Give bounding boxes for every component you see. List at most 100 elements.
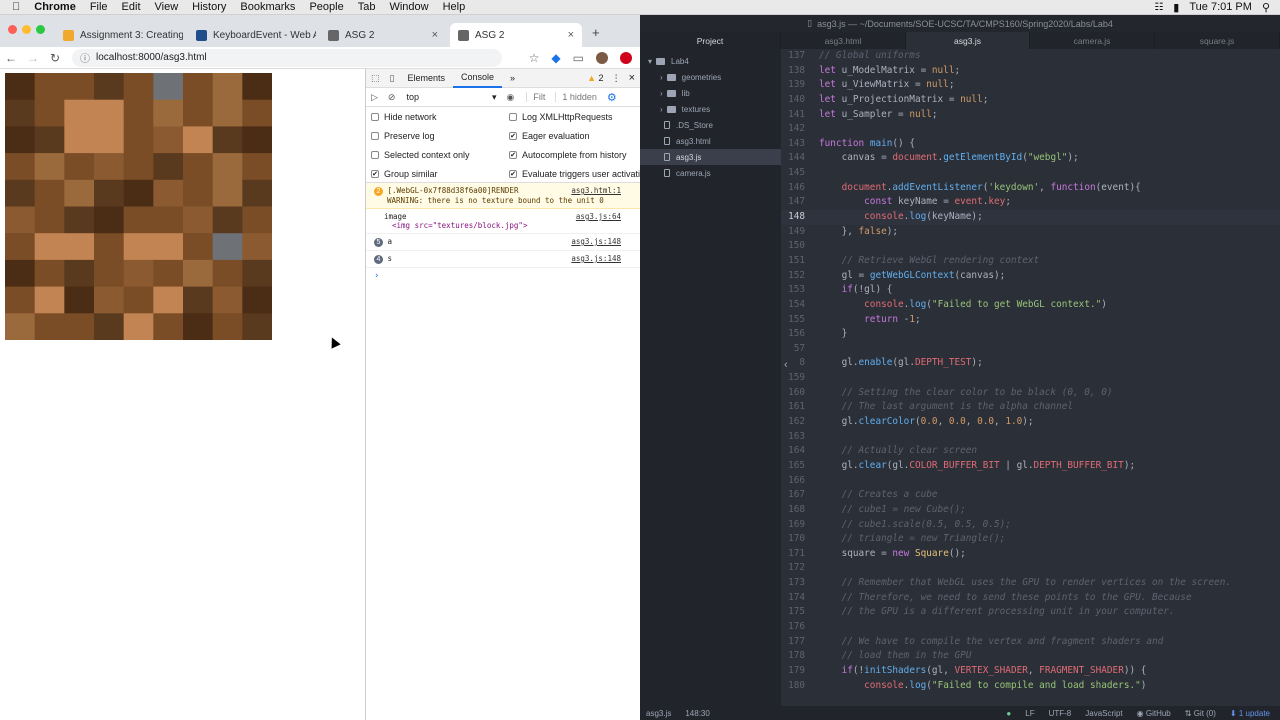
code-line[interactable]: 159 — [781, 371, 1280, 386]
more-options-icon[interactable]: ⋮ — [612, 73, 621, 84]
code-line[interactable]: 171 square = new Square(); — [781, 547, 1280, 562]
status-line-ending[interactable]: LF — [1025, 709, 1034, 718]
code-line[interactable]: 176 — [781, 620, 1280, 635]
search-icon[interactable]: ⚲ — [1262, 1, 1270, 14]
sidebar-toggle-icon[interactable]: ▷ — [366, 92, 383, 103]
setting-checkbox[interactable]: ✔ Autocomplete from history — [509, 145, 641, 164]
setting-checkbox[interactable]: ✔ Group similar — [371, 164, 506, 183]
code-line[interactable]: 156 } — [781, 327, 1280, 342]
tab-console[interactable]: Console — [453, 69, 503, 88]
checkbox-checked-icon[interactable]: ✔ — [509, 150, 517, 159]
status-update[interactable]: ⬇ 1 update — [1230, 709, 1270, 718]
message-source-link[interactable]: asg3.js:64 — [576, 212, 621, 221]
code-line[interactable]: 180 console.log("Failed to compile and l… — [781, 679, 1280, 694]
message-source-link[interactable]: asg3.html:1 — [571, 186, 621, 195]
setting-checkbox[interactable]: Preserve log — [371, 126, 506, 145]
editor-tab[interactable]: camera.js — [1030, 32, 1155, 49]
context-selector[interactable]: top ▾ — [406, 92, 496, 103]
menu-view[interactable]: View — [155, 1, 179, 13]
code-line[interactable]: 177 // We have to compile the vertex and… — [781, 635, 1280, 650]
code-line[interactable]: 165 gl.clear(gl.COLOR_BUFFER_BIT | gl.DE… — [781, 459, 1280, 474]
code-line[interactable]: 178 // load them in the GPU — [781, 649, 1280, 664]
code-line[interactable]: 139 let u_ViewMatrix = null; — [781, 78, 1280, 93]
address-bar[interactable]: ⓘ localhost:8000/asg3.html — [72, 48, 502, 67]
menu-window[interactable]: Window — [389, 1, 428, 13]
tab-close-icon[interactable]: × — [428, 29, 438, 41]
code-line[interactable]: 175 // the GPU is a different processing… — [781, 605, 1280, 620]
code-line[interactable]: 138 let u_ModelMatrix = null; — [781, 64, 1280, 79]
code-line[interactable]: 170 // triangle = new Triangle(); — [781, 532, 1280, 547]
checkbox-unchecked-icon[interactable] — [371, 131, 379, 140]
window-zoom-button[interactable] — [36, 25, 45, 34]
code-line[interactable]: 164 // Actually clear screen — [781, 444, 1280, 459]
live-expression-eye-icon[interactable]: ◉ — [506, 92, 514, 103]
code-line[interactable]: 153 if(!gl) { — [781, 283, 1280, 298]
battery-icon[interactable]: ▮ — [1173, 1, 1179, 14]
new-tab-button[interactable]: + — [592, 25, 600, 40]
status-encoding[interactable]: UTF-8 — [1049, 709, 1072, 718]
code-line[interactable]: 142 — [781, 122, 1280, 137]
inspect-element-icon[interactable]: ⬚ — [366, 73, 385, 84]
filter-input[interactable]: Filt — [526, 92, 545, 102]
console-prompt[interactable]: › — [366, 268, 641, 284]
tree-item[interactable]: .DS_Store — [640, 117, 781, 133]
wifi-icon[interactable]: ☷ — [1154, 2, 1163, 13]
warning-counter[interactable]: ▲ 2 — [587, 73, 603, 83]
menu-app-name[interactable]: Chrome — [34, 1, 76, 13]
clear-console-icon[interactable]: ⊘ — [383, 92, 401, 103]
code-line[interactable]: 167 // Creates a cube — [781, 488, 1280, 503]
editor-tab[interactable]: asg3.html — [781, 32, 906, 49]
bookmark-star-icon[interactable]: ☆ — [529, 51, 540, 65]
code-line[interactable]: 150 — [781, 239, 1280, 254]
checkbox-unchecked-icon[interactable] — [509, 112, 517, 121]
code-line[interactable]: 166 — [781, 474, 1280, 489]
message-source-link[interactable]: asg3.js:148 — [571, 237, 621, 246]
window-close-button[interactable] — [8, 25, 17, 34]
tree-item[interactable]: ▾ Lab4 — [640, 53, 781, 69]
tree-item[interactable]: › lib — [640, 85, 781, 101]
menu-tab[interactable]: Tab — [358, 1, 376, 13]
code-line[interactable]: 147 const keyName = event.key; — [781, 195, 1280, 210]
browser-tab[interactable]: ASG 2 × — [320, 23, 446, 47]
cast-icon[interactable]: ▭ — [573, 51, 584, 65]
message-detail[interactable]: <img src="textures/block.jpg"> — [374, 221, 621, 230]
code-line[interactable]: 168 // cube1 = new Cube(); — [781, 503, 1280, 518]
code-line[interactable]: 163 — [781, 430, 1280, 445]
code-line[interactable]: 146 document.addEventListener('keydown',… — [781, 181, 1280, 196]
setting-checkbox[interactable]: ✔ Evaluate triggers user activati — [509, 164, 641, 183]
code-line[interactable]: 151 // Retrieve WebGl rendering context — [781, 254, 1280, 269]
code-line[interactable]: 144 canvas = document.getElementById("we… — [781, 151, 1280, 166]
extension-icon[interactable]: ◆ — [551, 51, 560, 65]
checkbox-unchecked-icon[interactable] — [371, 112, 379, 121]
menu-bookmarks[interactable]: Bookmarks — [240, 1, 295, 13]
code-line[interactable]: 137 // Global uniforms — [781, 49, 1280, 64]
code-area[interactable]: 137 // Global uniforms 138 let u_ModelMatri… — [781, 49, 1280, 706]
code-line[interactable]: 154 console.log("Failed to get WebGL con… — [781, 298, 1280, 313]
code-line[interactable]: 141 let u_Sampler = null; — [781, 108, 1280, 123]
code-line[interactable]: 155 return -1; — [781, 313, 1280, 328]
code-line[interactable]: 152 gl = getWebGLContext(canvas); — [781, 269, 1280, 284]
checkbox-checked-icon[interactable]: ✔ — [509, 169, 517, 178]
code-line[interactable]: 160 // Setting the clear color to be bla… — [781, 386, 1280, 401]
browser-tab[interactable]: ASG 2 × — [450, 23, 582, 47]
tab-more[interactable]: » — [502, 69, 523, 88]
setting-checkbox[interactable]: Selected context only — [371, 145, 506, 164]
browser-tab[interactable]: KeyboardEvent - Web A× — [188, 23, 316, 47]
setting-checkbox[interactable]: Log XMLHttpRequests — [509, 107, 641, 126]
setting-checkbox[interactable]: Hide network — [371, 107, 506, 126]
checkbox-checked-icon[interactable]: ✔ — [371, 169, 379, 178]
profile-avatar[interactable] — [596, 51, 608, 64]
forward-icon[interactable]: → — [22, 51, 44, 65]
reload-icon[interactable]: ↻ — [44, 51, 66, 65]
browser-tab[interactable]: Assignment 3: Creating× — [55, 23, 183, 47]
message-source-link[interactable]: asg3.js:148 — [571, 254, 621, 263]
back-icon[interactable]: ← — [0, 51, 22, 65]
code-line[interactable]: 145 — [781, 166, 1280, 181]
status-git[interactable]: ⇅ Git (0) — [1185, 709, 1216, 718]
checkbox-unchecked-icon[interactable] — [371, 150, 379, 159]
close-devtools-icon[interactable]: × — [629, 72, 635, 84]
console-message[interactable]: 2 [.WebGL-0x7f88d38f6a00]RENDER WARNING: … — [366, 183, 641, 209]
webgl-canvas[interactable] — [5, 73, 272, 340]
status-grammar[interactable]: JavaScript — [1085, 709, 1122, 718]
window-minimize-button[interactable] — [22, 25, 31, 34]
